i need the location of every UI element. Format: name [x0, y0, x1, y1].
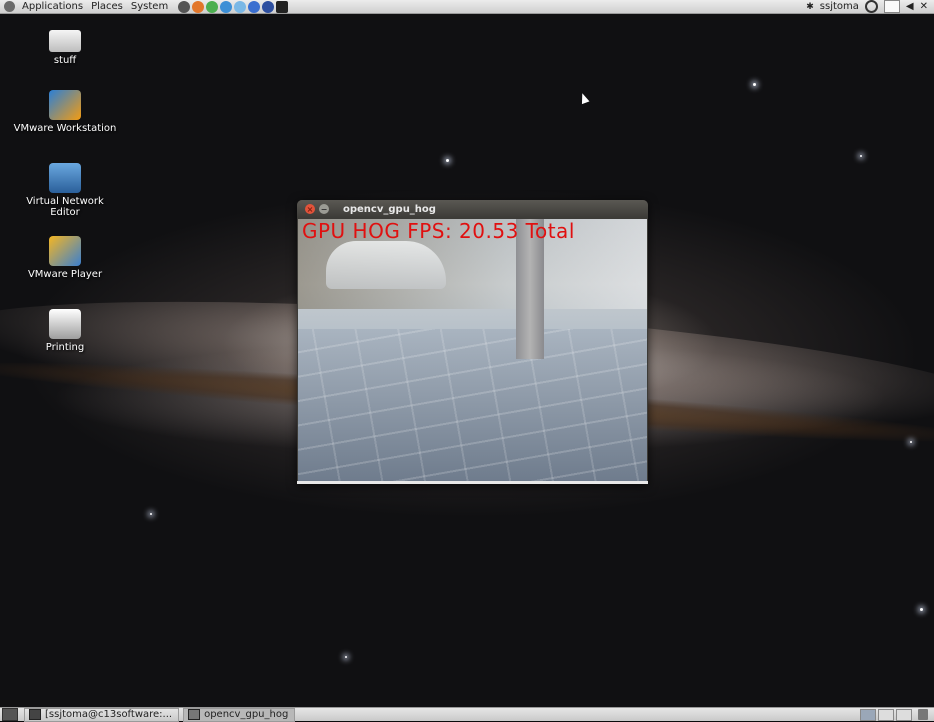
firefox-launcher-icon[interactable]: [192, 0, 205, 13]
show-desktop-button[interactable]: [2, 708, 18, 721]
drive-icon: [49, 30, 81, 52]
desktop-icon-label: Printing: [45, 342, 85, 353]
fps-overlay-text: GPU HOG FPS: 20.53 Total: [302, 219, 575, 243]
workspace-3[interactable]: [896, 708, 912, 721]
star: [860, 155, 862, 157]
window-icon: [188, 709, 201, 720]
vmware-player-icon: [49, 236, 81, 266]
close-session-icon[interactable]: ✕: [920, 1, 928, 12]
star: [753, 83, 756, 86]
task-label: [ssjtoma@c13software:...: [45, 709, 173, 720]
menu-system[interactable]: System: [127, 0, 172, 13]
star: [150, 513, 152, 515]
ubuntu-logo-icon: [4, 1, 15, 12]
workspace-switcher: [860, 708, 912, 721]
workspace-1[interactable]: [860, 708, 876, 721]
panel-launchers: [178, 0, 289, 13]
keyboard-indicator-icon[interactable]: [883, 0, 900, 13]
network-launcher-icon[interactable]: [178, 0, 191, 13]
vmware-workstation-icon: [49, 90, 81, 120]
mail-launcher-icon[interactable]: [234, 0, 247, 13]
workspace-2[interactable]: [878, 708, 894, 721]
user-name[interactable]: ssjtoma: [820, 1, 859, 12]
desktop-icon-virtual-network-editor[interactable]: Virtual Network Editor: [10, 163, 120, 218]
desktop-icon-vmware-player[interactable]: VMware Player: [10, 236, 120, 280]
power-icon[interactable]: [864, 0, 878, 13]
network-editor-icon: [49, 163, 81, 193]
star: [446, 159, 449, 162]
desktop-icon-printing[interactable]: Printing: [10, 309, 120, 353]
task-opencv-gpu-hog[interactable]: opencv_gpu_hog: [183, 707, 296, 722]
printer-icon: [49, 309, 81, 339]
help-launcher-icon[interactable]: [248, 0, 261, 13]
desktop-icon-label: stuff: [53, 55, 77, 66]
task-label: opencv_gpu_hog: [204, 709, 289, 720]
window-bottom-edge: [297, 481, 648, 484]
desktop-icon-label: VMware Workstation: [13, 123, 117, 134]
user-switch-icon[interactable]: ✱: [806, 2, 814, 12]
window-title: opencv_gpu_hog: [343, 203, 436, 215]
terminal-launcher-icon[interactable]: [276, 0, 289, 13]
top-panel: Applications Places System ✱ ssjtoma ◀ ✕: [0, 0, 934, 14]
desktop-icon-stuff[interactable]: stuff: [10, 26, 120, 66]
star: [920, 608, 923, 611]
video-frame: GPU HOG FPS: 20.53 Total: [298, 219, 647, 481]
opencv-window[interactable]: × − opencv_gpu_hog GPU HOG FPS: 20.53 To…: [297, 200, 648, 484]
desktop-icon-label: Virtual Network Editor: [26, 196, 104, 218]
desktop-icon-vmware-workstation[interactable]: VMware Workstation: [10, 90, 120, 134]
trash-icon[interactable]: [918, 709, 928, 720]
panel-tray: ✱ ssjtoma ◀ ✕: [806, 0, 934, 13]
volume-icon[interactable]: ◀: [906, 1, 914, 12]
scene-car: [326, 241, 446, 289]
star: [345, 656, 347, 658]
star: [910, 441, 912, 443]
bottom-panel: [ssjtoma@c13software:... opencv_gpu_hog: [0, 707, 934, 722]
minimize-button[interactable]: −: [319, 204, 329, 214]
scene-floor: [298, 329, 647, 481]
terminal-icon: [29, 709, 41, 720]
eclipse-launcher-icon[interactable]: [262, 0, 275, 13]
browser-launcher-icon[interactable]: [220, 0, 233, 13]
menu-places[interactable]: Places: [87, 0, 127, 13]
task-terminal[interactable]: [ssjtoma@c13software:...: [24, 707, 180, 722]
window-titlebar[interactable]: × − opencv_gpu_hog: [297, 200, 648, 218]
desktop-icon-label: VMware Player: [27, 269, 103, 280]
chrome-launcher-icon[interactable]: [206, 0, 219, 13]
menu-applications[interactable]: Applications: [18, 0, 87, 13]
close-button[interactable]: ×: [305, 204, 315, 214]
